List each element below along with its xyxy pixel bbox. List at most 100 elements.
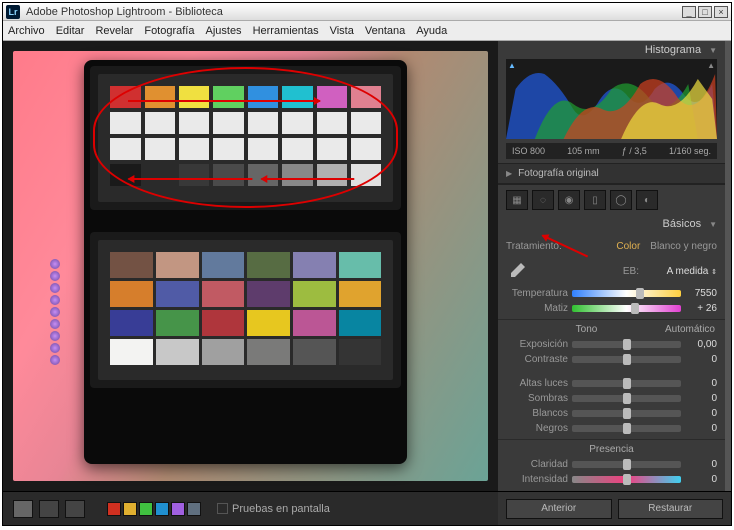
label-swatches[interactable] [107,502,201,516]
clarity-slider[interactable] [572,461,681,468]
swatch [110,112,140,134]
swatch [293,281,336,307]
swatch [145,164,175,186]
menu-vista[interactable]: Vista [330,25,354,37]
label-swatch[interactable] [139,502,153,516]
swatch [202,252,245,278]
main-footer: Pruebas en pantalla [3,491,498,525]
swatch [213,164,243,186]
blacks-slider[interactable] [572,425,681,432]
shadows-slider[interactable] [572,395,681,402]
soft-proof-toggle[interactable]: Pruebas en pantalla [217,503,330,515]
temp-value[interactable]: 7550 [685,288,717,299]
wb-eyedropper-button[interactable] [506,260,528,282]
treatment-color-button[interactable]: Color [616,241,640,252]
whites-label: Blancos [506,408,568,419]
swatch [293,310,336,336]
brush-tool-button[interactable]: ◐ [636,190,658,210]
minimize-button[interactable]: _ [682,6,696,18]
wb-dropdown[interactable]: A medida ⇕ [647,266,717,277]
treatment-bw-button[interactable]: Blanco y negro [650,241,717,252]
whites-slider[interactable] [572,410,681,417]
exposure-slider[interactable] [572,341,681,348]
menu-archivo[interactable]: Archivo [8,25,45,37]
swatch [213,112,243,134]
label-swatch[interactable] [107,502,121,516]
highlights-slider[interactable] [572,380,681,387]
swatch [202,310,245,336]
menu-ventana[interactable]: Ventana [365,25,405,37]
close-button[interactable]: × [714,6,728,18]
titlebar[interactable]: Lr Adobe Photoshop Lightroom - Bibliotec… [3,3,731,21]
aperture-value: ƒ / 3,5 [622,146,647,156]
histogram-plot[interactable]: ▲ ▲ [506,59,717,139]
swatch [248,86,278,108]
swatch [317,164,347,186]
vibrance-value[interactable]: 0 [685,474,717,485]
auto-tone-button[interactable]: Automático [665,324,715,335]
contrast-slider[interactable] [572,356,681,363]
swatch [156,310,199,336]
redeye-tool-button[interactable]: ◉ [558,190,580,210]
swatch [110,86,140,108]
swatch [282,138,312,160]
menu-revelar[interactable]: Revelar [95,25,133,37]
loupe-view-button[interactable] [13,500,33,518]
histogram-title: Histograma [645,44,701,56]
label-swatch[interactable] [171,502,185,516]
vibrance-slider[interactable] [572,476,681,483]
tint-slider[interactable] [572,305,681,312]
basics-header[interactable]: Básicos ▼ [498,215,725,233]
highlights-value[interactable]: 0 [685,378,717,389]
tint-value[interactable]: + 26 [685,303,717,314]
blacks-label: Negros [506,423,568,434]
spot-tool-button[interactable]: ◌ [532,190,554,210]
split-view-button[interactable] [65,500,85,518]
presence-label: Presencia [589,444,633,455]
treatment-row: Tratamiento: Color Blanco y negro [498,237,725,256]
histogram-header[interactable]: Histograma ▼ [498,41,725,59]
label-swatch[interactable] [123,502,137,516]
checkbox-icon [217,503,228,514]
swatch [213,86,243,108]
swatch [247,281,290,307]
menu-herramientas[interactable]: Herramientas [253,25,319,37]
gradient-tool-button[interactable]: ▯ [584,190,606,210]
radial-tool-button[interactable]: ◯ [610,190,632,210]
basics-panel: Tratamiento: Color Blanco y negro EB: A … [498,233,725,491]
whites-value[interactable]: 0 [685,408,717,419]
sidebar-scrollbar[interactable] [725,41,731,491]
crop-tool-button[interactable]: ▦ [506,190,528,210]
swatch [317,138,347,160]
wb-label: EB: [536,266,639,277]
clip-shadow-icon[interactable]: ▲ [508,61,516,70]
sidebar-footer: Anterior Restaurar [498,491,731,525]
preview-area[interactable] [3,41,498,491]
swatch [351,138,381,160]
tone-label: Tono [576,324,598,335]
blacks-value[interactable]: 0 [685,423,717,434]
chevron-right-icon: ▶ [506,169,512,178]
menu-editar[interactable]: Editar [56,25,85,37]
swatch [110,281,153,307]
label-swatch[interactable] [155,502,169,516]
compare-view-button[interactable] [39,500,59,518]
menu-fotografía[interactable]: Fotografía [144,25,194,37]
swatch [247,339,290,365]
shadows-value[interactable]: 0 [685,393,717,404]
contrast-value[interactable]: 0 [685,354,717,365]
previous-button[interactable]: Anterior [506,499,612,519]
maximize-button[interactable]: □ [698,6,712,18]
temp-slider[interactable] [572,290,681,297]
original-photo-toggle[interactable]: ▶ Fotografía original [498,163,725,184]
window-title: Adobe Photoshop Lightroom - Biblioteca [26,6,223,18]
clip-highlight-icon[interactable]: ▲ [707,61,715,70]
menu-ajustes[interactable]: Ajustes [205,25,241,37]
label-swatch[interactable] [187,502,201,516]
swatch [293,339,336,365]
swatch [202,339,245,365]
clarity-value[interactable]: 0 [685,459,717,470]
menu-ayuda[interactable]: Ayuda [416,25,447,37]
reset-button[interactable]: Restaurar [618,499,724,519]
exposure-value[interactable]: 0,00 [685,339,717,350]
